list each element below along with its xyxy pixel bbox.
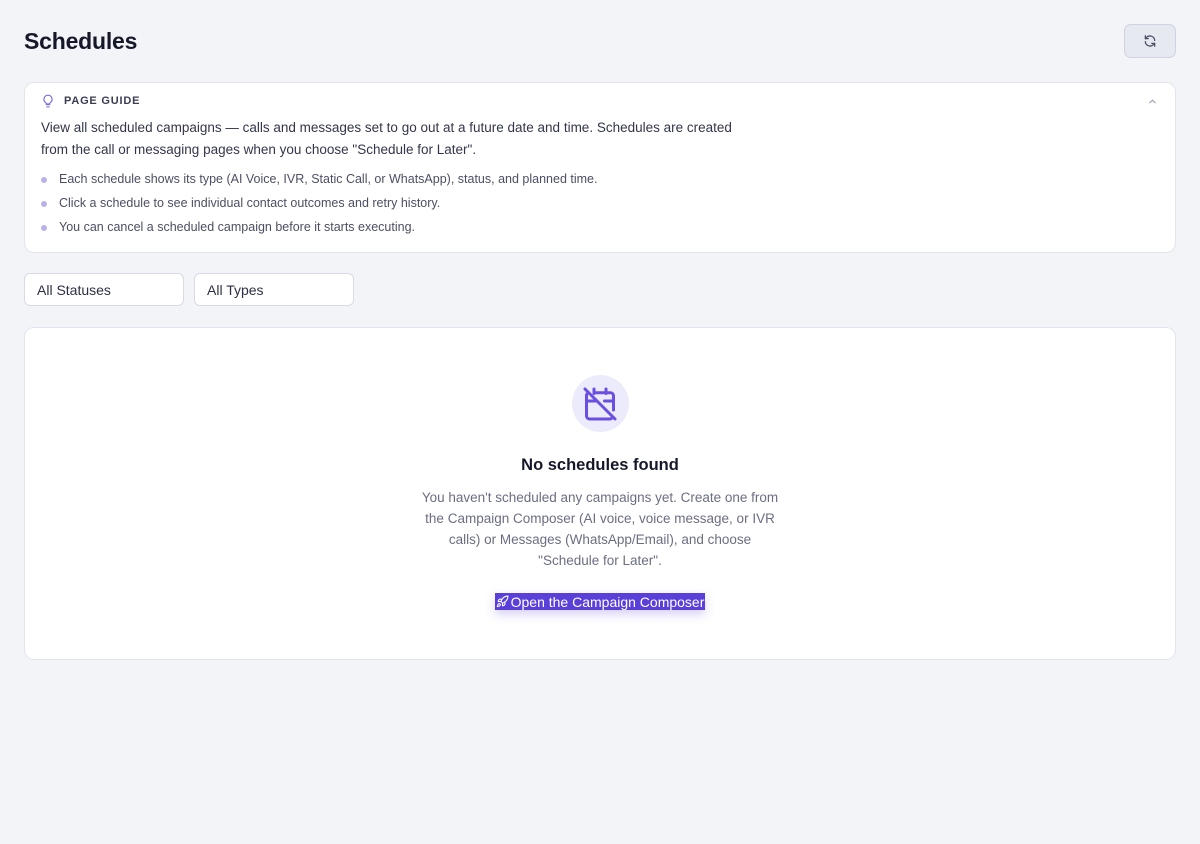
page-header: Schedules: [24, 0, 1176, 82]
lightbulb-icon: [41, 93, 55, 109]
calendar-off-icon: [582, 386, 618, 422]
bullet-dot: [41, 201, 47, 207]
guide-list-item: You can cancel a scheduled campaign befo…: [41, 215, 1159, 239]
empty-state-description: You haven't scheduled any campaigns yet.…: [421, 490, 779, 568]
refresh-icon: [1143, 34, 1157, 48]
open-campaign-composer-button[interactable]: Open the Campaign Composer: [494, 593, 706, 610]
empty-state-card: No schedules found You haven't scheduled…: [24, 327, 1176, 660]
page-guide-header: PAGE GUIDE: [41, 93, 1159, 109]
page-guide-list: Each schedule shows its type (AI Voice, …: [41, 167, 1159, 239]
bullet-dot: [41, 177, 47, 183]
cta-label: Open the Campaign Composer: [510, 593, 705, 610]
chevron-up-icon: [1147, 96, 1158, 107]
empty-state-icon-circle: [571, 375, 629, 432]
filters-bar: All Statuses All Types: [24, 273, 1176, 307]
page-guide-title: PAGE GUIDE: [64, 95, 141, 107]
status-filter-select[interactable]: All Statuses: [24, 273, 184, 306]
empty-state-title: No schedules found: [521, 456, 679, 474]
guide-list-item: Click a schedule to see individual conta…: [41, 191, 1159, 215]
page-guide-intro: View all scheduled campaigns — calls and…: [41, 120, 732, 157]
refresh-button[interactable]: [1124, 24, 1176, 58]
page-guide: PAGE GUIDE View all scheduled campaigns …: [24, 82, 1176, 253]
type-filter-select[interactable]: All Types: [194, 273, 354, 306]
rocket-icon: [496, 595, 511, 608]
bullet-dot: [41, 225, 47, 231]
collapse-guide-button[interactable]: [1145, 94, 1159, 108]
schedules-page: Schedules PAGE GUIDE View all scheduled …: [0, 0, 1200, 844]
guide-list-item: Each schedule shows its type (AI Voice, …: [41, 167, 1159, 191]
page-title: Schedules: [24, 28, 138, 54]
